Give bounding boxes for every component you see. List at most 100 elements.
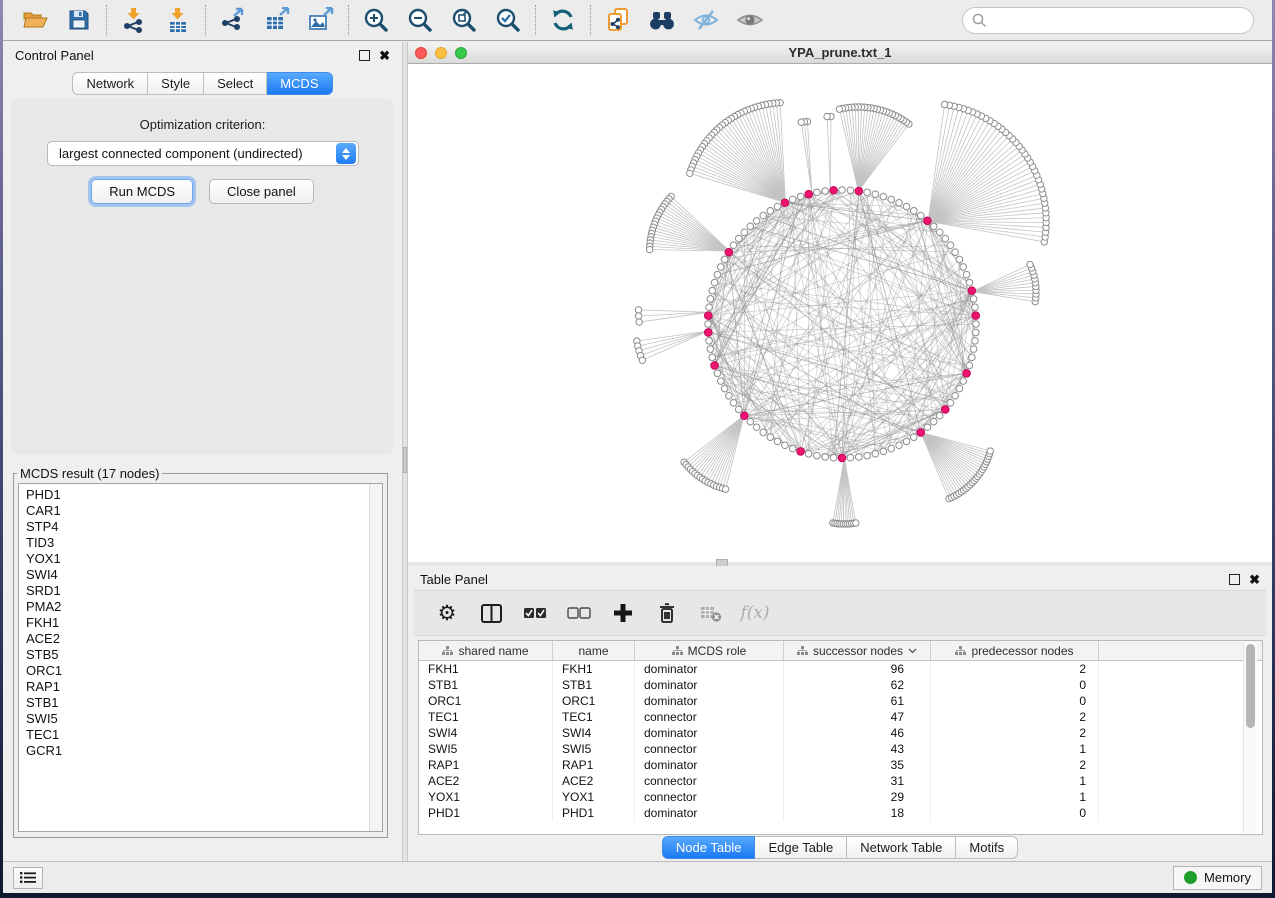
show-columns-button[interactable] xyxy=(474,596,508,630)
node-table-header: shared name name MCDS role successor nod… xyxy=(419,641,1262,661)
deselect-all-button[interactable] xyxy=(562,596,596,630)
apply-layout-button[interactable] xyxy=(541,3,585,37)
mcds-result-item[interactable]: RAP1 xyxy=(26,679,369,695)
save-session-button[interactable] xyxy=(57,3,101,37)
table-cell: YOX1 xyxy=(553,789,635,805)
mcds-result-item[interactable]: SWI4 xyxy=(26,567,369,583)
table-row[interactable]: TEC1TEC1connector472 xyxy=(419,709,1262,725)
column-header-predecessor-nodes[interactable]: predecessor nodes xyxy=(931,641,1099,660)
select-all-button[interactable] xyxy=(518,596,552,630)
column-label: shared name xyxy=(458,644,528,658)
table-row[interactable]: RAP1RAP1dominator352 xyxy=(419,757,1262,773)
export-table-button[interactable] xyxy=(255,3,299,37)
task-history-button[interactable] xyxy=(13,867,43,889)
control-panel-header: Control Panel ✖ xyxy=(3,42,402,68)
table-row[interactable]: SWI4SWI4dominator462 xyxy=(419,725,1262,741)
mcds-result-item[interactable]: STB1 xyxy=(26,695,369,711)
tab-motifs[interactable]: Motifs xyxy=(956,836,1018,859)
delete-column-button[interactable] xyxy=(650,596,684,630)
mcds-result-item[interactable]: PMA2 xyxy=(26,599,369,615)
mcds-result-item[interactable]: ORC1 xyxy=(26,663,369,679)
network-title: YPA_prune.txt_1 xyxy=(408,45,1272,60)
table-row[interactable]: FKH1FKH1dominator962 xyxy=(419,661,1262,677)
table-cell: 2 xyxy=(931,661,1099,677)
hide-selected-button[interactable] xyxy=(684,3,728,37)
table-cell: 2 xyxy=(931,725,1099,741)
mcds-result-item[interactable]: CAR1 xyxy=(26,503,369,519)
table-row[interactable]: STB1STB1dominator620 xyxy=(419,677,1262,693)
float-panel-icon[interactable] xyxy=(1229,574,1240,585)
function-builder-button[interactable]: f(x) xyxy=(738,596,772,630)
close-panel-icon[interactable]: ✖ xyxy=(1249,574,1260,585)
tab-network-table[interactable]: Network Table xyxy=(847,836,956,859)
find-neighbors-button[interactable] xyxy=(640,3,684,37)
mcds-result-item[interactable]: PHD1 xyxy=(26,487,369,503)
tab-edge-table[interactable]: Edge Table xyxy=(755,836,847,859)
table-panel: Table Panel ✖ ⚙ xyxy=(408,566,1272,861)
export-image-button[interactable] xyxy=(299,3,343,37)
close-panel-icon[interactable]: ✖ xyxy=(379,50,390,61)
tab-style[interactable]: Style xyxy=(148,72,204,95)
table-row[interactable]: ORC1ORC1dominator610 xyxy=(419,693,1262,709)
zoom-out-button[interactable] xyxy=(398,3,442,37)
mcds-result-item[interactable]: STP4 xyxy=(26,519,369,535)
table-cell: 29 xyxy=(784,789,931,805)
search-box xyxy=(962,7,1254,34)
tab-node-table[interactable]: Node Table xyxy=(662,836,756,859)
network-canvas[interactable] xyxy=(408,64,1272,562)
column-header-name[interactable]: name xyxy=(553,641,635,660)
zoom-out-icon xyxy=(407,7,433,33)
mcds-result-item[interactable]: YOX1 xyxy=(26,551,369,567)
delete-table-button[interactable] xyxy=(694,596,728,630)
mcds-result-item[interactable]: TID3 xyxy=(26,535,369,551)
mcds-result-item[interactable]: GCR1 xyxy=(26,743,369,759)
list-icon xyxy=(20,871,36,884)
search-input[interactable] xyxy=(993,13,1244,28)
column-header-successor-nodes[interactable]: successor nodes xyxy=(784,641,931,660)
table-row[interactable]: PHD1PHD1dominator180 xyxy=(419,805,1262,821)
mcds-list-scrollbar[interactable] xyxy=(369,484,382,831)
mcds-result-item[interactable]: FKH1 xyxy=(26,615,369,631)
network-graph[interactable] xyxy=(408,64,1272,562)
clone-network-button[interactable] xyxy=(596,3,640,37)
table-cell: PHD1 xyxy=(553,805,635,821)
table-cell: 96 xyxy=(784,661,931,677)
table-cell: STB1 xyxy=(419,677,553,693)
main-toolbar xyxy=(3,0,1272,41)
mcds-result-item[interactable]: SRD1 xyxy=(26,583,369,599)
table-row[interactable]: ACE2ACE2connector311 xyxy=(419,773,1262,789)
table-row[interactable]: SWI5SWI5connector431 xyxy=(419,741,1262,757)
mcds-result-item[interactable]: ACE2 xyxy=(26,631,369,647)
run-mcds-button[interactable]: Run MCDS xyxy=(91,179,193,204)
table-scrollbar[interactable] xyxy=(1243,642,1257,833)
column-header-shared-name[interactable]: shared name xyxy=(419,641,553,660)
tab-mcds[interactable]: MCDS xyxy=(267,72,332,95)
column-header-mcds-role[interactable]: MCDS role xyxy=(635,641,784,660)
mcds-result-item[interactable]: STB5 xyxy=(26,647,369,663)
zoom-fit-button[interactable] xyxy=(442,3,486,37)
close-panel-button[interactable]: Close panel xyxy=(209,179,314,204)
select-stepper-icon xyxy=(336,143,356,164)
tab-select[interactable]: Select xyxy=(204,72,267,95)
tab-network[interactable]: Network xyxy=(72,72,148,95)
import-network-button[interactable] xyxy=(112,3,156,37)
table-row[interactable]: YOX1YOX1connector291 xyxy=(419,789,1262,805)
memory-button[interactable]: Memory xyxy=(1173,866,1262,890)
table-cell: SWI5 xyxy=(419,741,553,757)
table-cell: 31 xyxy=(784,773,931,789)
open-file-button[interactable] xyxy=(13,3,57,37)
table-scrollbar-thumb[interactable] xyxy=(1246,644,1255,728)
splitter-handle[interactable] xyxy=(403,447,407,473)
table-settings-button[interactable]: ⚙ xyxy=(430,596,464,630)
zoom-selected-button[interactable] xyxy=(486,3,530,37)
mcds-result-item[interactable]: SWI5 xyxy=(26,711,369,727)
import-table-button[interactable] xyxy=(156,3,200,37)
export-network-button[interactable] xyxy=(211,3,255,37)
show-all-button[interactable] xyxy=(728,3,772,37)
create-column-button[interactable] xyxy=(606,596,640,630)
mcds-result-item[interactable]: TEC1 xyxy=(26,727,369,743)
zoom-in-button[interactable] xyxy=(354,3,398,37)
float-panel-icon[interactable] xyxy=(359,50,370,61)
criterion-select[interactable]: largest connected component (undirected) xyxy=(47,141,359,166)
trash-icon xyxy=(655,601,679,625)
